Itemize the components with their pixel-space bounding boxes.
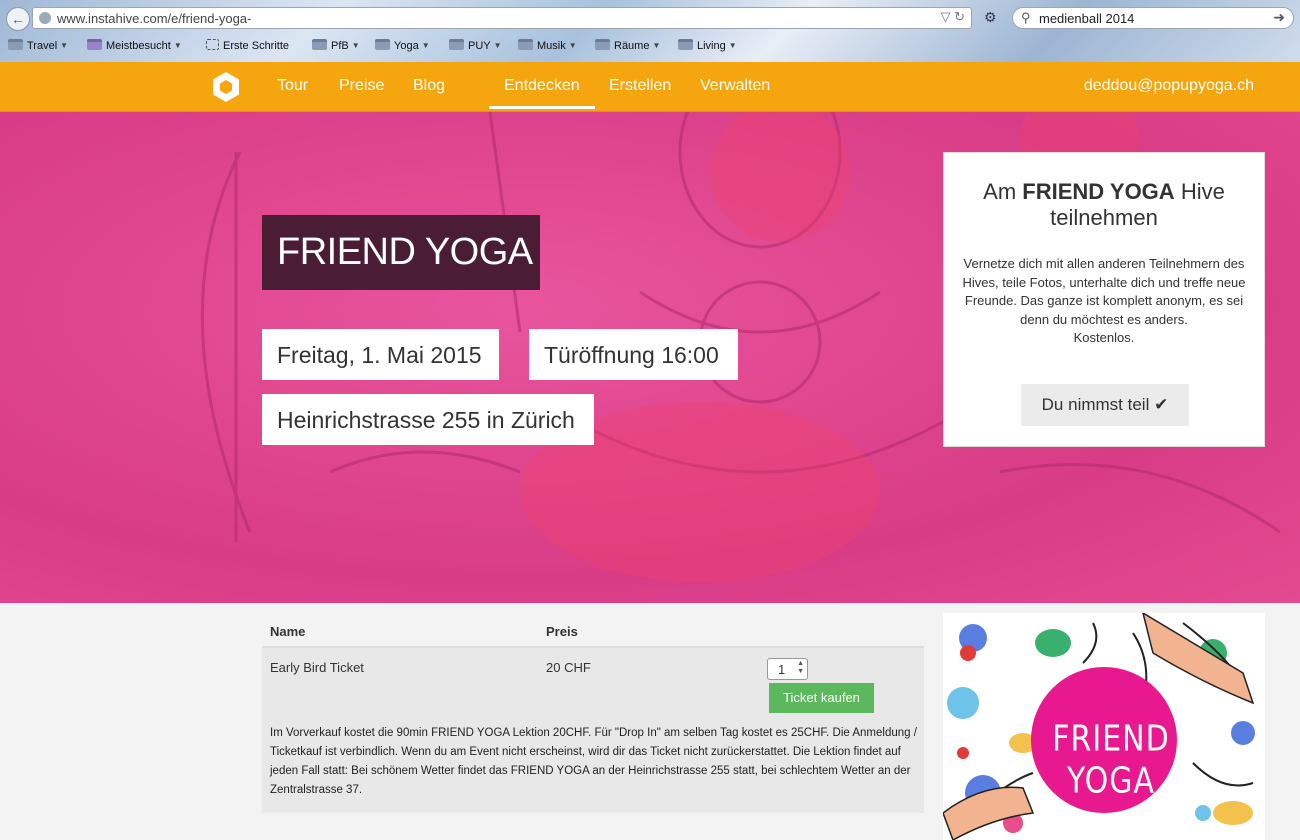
header-name: Name bbox=[270, 624, 306, 639]
bookmark-puy[interactable]: PUY ▼ bbox=[449, 39, 502, 52]
header-price: Preis bbox=[546, 624, 578, 639]
ticket-description: Im Vorverkauf kostet die 90min FRIEND YO… bbox=[270, 727, 917, 796]
bookmark-meistbesucht[interactable]: Meistbesucht ▼ bbox=[87, 39, 182, 52]
bookmark-travel[interactable]: Travel ▼ bbox=[8, 39, 68, 52]
address-bar[interactable]: www.instahive.com/e/friend-yoga- ▽ ↻ bbox=[32, 7, 972, 29]
url-text: www.instahive.com/e/friend-yoga- bbox=[57, 11, 252, 26]
nav-erstellen[interactable]: Erstellen bbox=[609, 77, 671, 95]
table-row: Early Bird Ticket 20 CHF 1 ▲ ▼ Ticket kau… bbox=[262, 648, 924, 813]
checkmark-icon: ✔ bbox=[1154, 395, 1169, 414]
folder-icon bbox=[678, 39, 693, 50]
event-hero: FRIEND YOGA Freitag, 1. Mai 2015 Türöffn… bbox=[0, 112, 1300, 603]
search-bar[interactable]: ⚲ medienball 2014 ➜ bbox=[1012, 7, 1294, 29]
search-query: medienball 2014 bbox=[1039, 11, 1135, 26]
folder-icon bbox=[312, 39, 327, 50]
tickets-table: Name Preis Early Bird Ticket 20 CHF 1 ▲ ▼… bbox=[262, 612, 924, 813]
table-header: Name Preis bbox=[262, 612, 924, 648]
page-icon bbox=[206, 39, 219, 50]
folder-icon bbox=[518, 39, 533, 50]
join-button[interactable]: Du nimmst teil ✔ bbox=[1021, 384, 1189, 426]
search-go-icon[interactable]: ➜ bbox=[1273, 9, 1285, 26]
bookmark-raeume[interactable]: Räume ▼ bbox=[595, 39, 660, 52]
reload-icon[interactable]: ▽ ↻ bbox=[940, 9, 965, 25]
globe-icon bbox=[39, 12, 51, 24]
join-card-title: Am FRIEND YOGA Hive teilnehmen bbox=[983, 179, 1225, 230]
bookmark-musik[interactable]: Musik ▼ bbox=[518, 39, 577, 52]
nav-verwalten[interactable]: Verwalten bbox=[700, 77, 770, 95]
stepper-arrows-icon[interactable]: ▲ ▼ bbox=[797, 660, 804, 676]
back-arrow-icon[interactable]: ← bbox=[6, 7, 30, 31]
search-icon: ⚲ bbox=[1021, 10, 1031, 25]
event-location: Heinrichstrasse 255 in Zürich bbox=[262, 394, 594, 445]
folder-icon bbox=[375, 39, 390, 50]
user-email[interactable]: deddou@popupyoga.ch bbox=[1084, 77, 1254, 95]
ticket-price: 20 CHF bbox=[546, 660, 591, 675]
browser-chrome: ← www.instahive.com/e/friend-yoga- ▽ ↻ ⚙… bbox=[0, 0, 1300, 62]
buy-ticket-button[interactable]: Ticket kaufen bbox=[769, 683, 874, 713]
folder-icon bbox=[8, 39, 23, 50]
event-door-time: Türöffnung 16:00 bbox=[529, 329, 738, 380]
nav-preise[interactable]: Preise bbox=[339, 77, 384, 95]
bookmark-living[interactable]: Living ▼ bbox=[678, 39, 737, 52]
nav-entdecken[interactable]: Entdecken bbox=[489, 77, 595, 109]
event-date: Freitag, 1. Mai 2015 bbox=[262, 329, 499, 380]
quantity-stepper[interactable]: 1 ▲ ▼ bbox=[767, 658, 808, 680]
nav-tour[interactable]: Tour bbox=[277, 77, 308, 95]
folder-icon bbox=[87, 39, 102, 50]
bookmark-pfb[interactable]: PfB ▼ bbox=[312, 39, 360, 52]
extension-icon[interactable]: ⚙ bbox=[984, 9, 1004, 27]
ticket-name: Early Bird Ticket bbox=[270, 660, 364, 675]
folder-icon bbox=[449, 39, 464, 50]
nav-blog[interactable]: Blog bbox=[413, 77, 445, 95]
join-card: Am FRIEND YOGA Hive teilnehmen Vernetze … bbox=[943, 152, 1265, 447]
bookmark-erste-schritte[interactable]: Erste Schritte bbox=[206, 39, 289, 52]
bookmark-yoga[interactable]: Yoga ▼ bbox=[375, 39, 430, 52]
event-poster-image: FRIEND YOGA bbox=[943, 613, 1265, 840]
bookmarks-bar: Travel ▼ Meistbesucht ▼ Erste Schritte PfB… bbox=[0, 36, 1300, 58]
site-nav: Tour Preise Blog Entdecken Erstellen Ver… bbox=[0, 62, 1300, 112]
folder-icon bbox=[595, 39, 610, 50]
event-title: FRIEND YOGA bbox=[262, 215, 540, 290]
join-card-text: Vernetze dich mit allen anderen Teilnehm… bbox=[962, 256, 1246, 345]
poster-title: FRIEND YOGA bbox=[1052, 718, 1170, 802]
instahive-logo-icon[interactable] bbox=[211, 71, 241, 103]
